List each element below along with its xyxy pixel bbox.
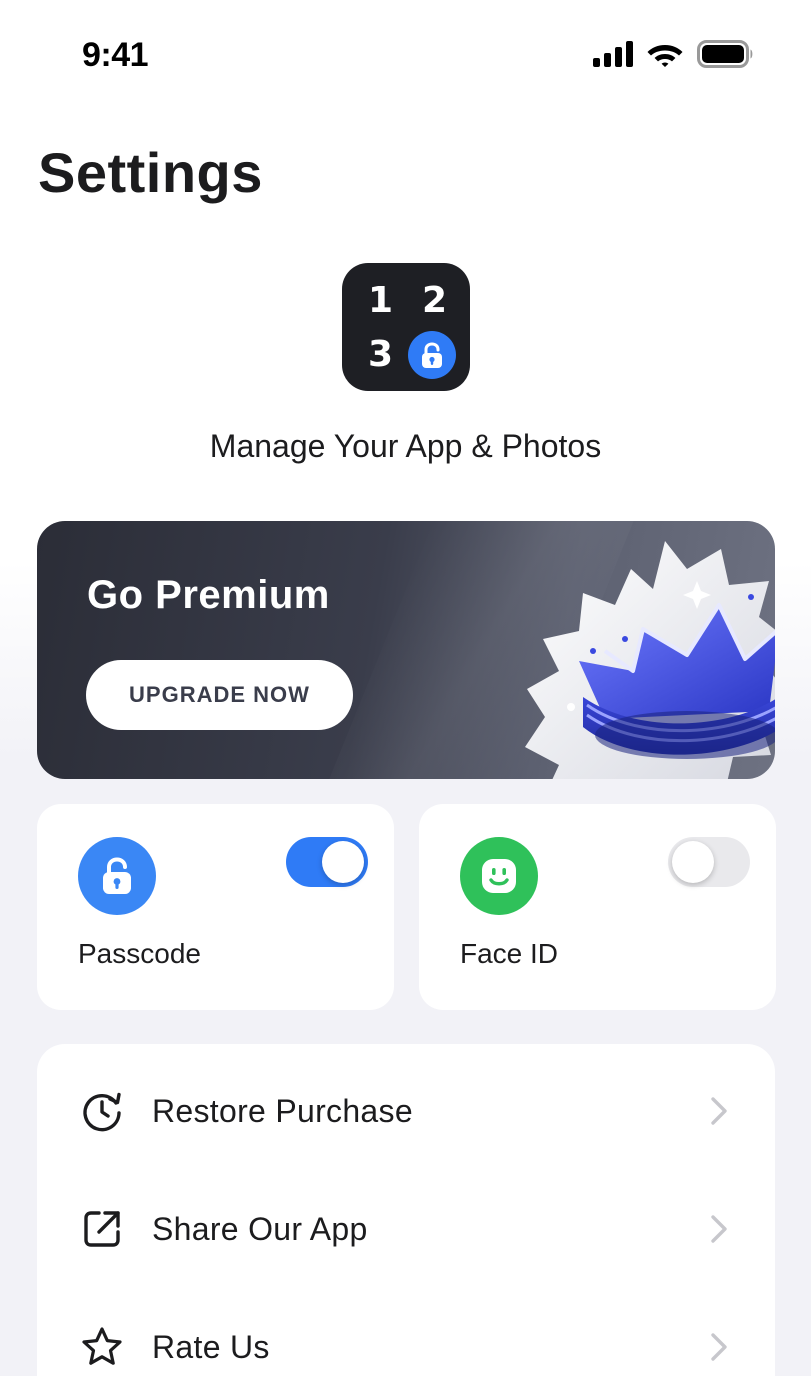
passcode-card: Passcode: [37, 804, 394, 1010]
chevron-right-icon: [711, 1215, 727, 1243]
face-id-toggle-knob: [672, 841, 714, 883]
share-icon: [79, 1206, 125, 1252]
upgrade-now-button[interactable]: UPGRADE NOW: [86, 660, 353, 730]
crown-icon: [525, 541, 775, 779]
premium-banner[interactable]: Go Premium UPGRADE NOW: [37, 521, 775, 779]
menu-item-label: Share Our App: [152, 1210, 368, 1247]
menu-item-share-app[interactable]: Share Our App: [37, 1170, 775, 1288]
face-id-icon: [460, 837, 538, 915]
menu-item-label: Rate Us: [152, 1328, 270, 1365]
cellular-signal-icon: [593, 41, 633, 67]
star-icon: [79, 1324, 125, 1370]
app-subtitle: Manage Your App & Photos: [209, 428, 602, 464]
menu-item-rate-us[interactable]: Rate Us: [37, 1288, 775, 1376]
status-icons: [593, 40, 755, 68]
face-id-toggle[interactable]: [668, 837, 750, 887]
menu-item-label: Restore Purchase: [152, 1092, 413, 1129]
status-bar: 9:41: [0, 0, 811, 110]
premium-title: Go Premium: [87, 573, 330, 617]
passcode-toggle[interactable]: [286, 837, 368, 887]
app-logo-digit-3: 3: [368, 334, 394, 375]
face-id-card: Face ID: [419, 804, 776, 1010]
face-id-label: Face ID: [460, 938, 559, 969]
settings-menu: Restore Purchase Share Our App Rate Us: [37, 1044, 775, 1376]
app-logo: 1 2 3: [342, 263, 470, 391]
passcode-label: Passcode: [78, 938, 201, 969]
passcode-toggle-knob: [322, 841, 364, 883]
status-time: 9:41: [82, 36, 149, 74]
chevron-right-icon: [711, 1097, 727, 1125]
page-title: Settings: [38, 141, 263, 204]
battery-icon: [697, 40, 753, 68]
lock-icon: [408, 331, 456, 379]
app-logo-digit-2: 2: [422, 280, 448, 321]
menu-item-restore-purchase[interactable]: Restore Purchase: [37, 1052, 775, 1170]
app-logo-digit-1: 1: [368, 280, 394, 321]
restore-clock-icon: [79, 1088, 125, 1134]
chevron-right-icon: [711, 1333, 727, 1361]
wifi-icon: [647, 45, 683, 67]
unlock-icon: [78, 837, 156, 915]
